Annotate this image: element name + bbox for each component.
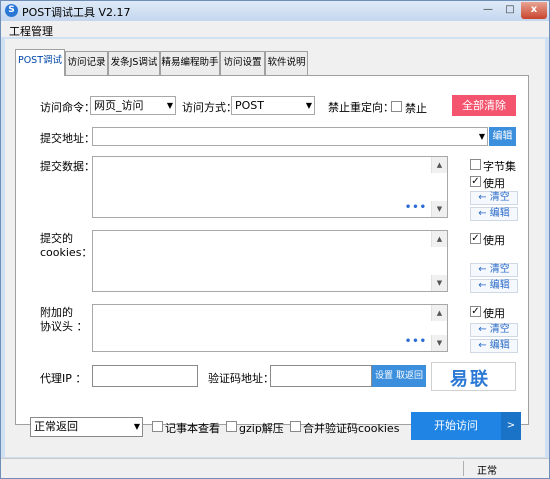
- no-redirect-checkbox[interactable]: [391, 101, 402, 112]
- captcha-set-button[interactable]: 设置: [375, 371, 393, 381]
- byte-set-checkbox[interactable]: [470, 159, 481, 170]
- cookies-label-line2: cookies：: [40, 246, 93, 259]
- access-method-value: POST: [235, 99, 264, 112]
- submit-url-label: 提交地址：: [40, 132, 95, 145]
- yilian-logo: 易联: [450, 369, 490, 390]
- captcha-url-label: 验证码地址：: [208, 372, 274, 385]
- use-cookies-label: 使用: [483, 234, 505, 247]
- window-title: POST调试工具 V2.17: [22, 6, 131, 19]
- captcha-cancel-return-button[interactable]: 取返回: [396, 371, 423, 381]
- access-command-label: 访问命令：: [40, 101, 95, 114]
- minimize-icon[interactable]: —: [477, 2, 499, 19]
- tab-access-log[interactable]: 访问记录: [65, 51, 108, 75]
- clear-all-button[interactable]: 全部清除: [452, 95, 516, 116]
- clear-cookies-button[interactable]: ← 清空: [470, 263, 518, 277]
- maximize-icon[interactable]: □: [499, 2, 521, 19]
- edit-url-button[interactable]: 编辑: [489, 127, 516, 146]
- use-headers-label: 使用: [483, 307, 505, 320]
- captcha-url-input[interactable]: [270, 365, 372, 387]
- menu-project-management[interactable]: 工程管理: [9, 23, 53, 39]
- start-access-button[interactable]: 开始访问 >: [411, 412, 521, 440]
- no-redirect-check-label: 禁止: [405, 102, 427, 115]
- merge-cookies-label: 合并验证码cookies: [303, 422, 400, 435]
- byte-set-label: 字节集: [483, 160, 516, 173]
- start-dropdown-arrow[interactable]: >: [501, 412, 521, 440]
- chevron-down-icon: ▼: [166, 101, 173, 110]
- more-dots-icon[interactable]: •••: [405, 336, 427, 347]
- app-logo-icon: S: [5, 4, 18, 17]
- main-area: POST调试 访问记录 发条JS调试 精易编程助手 访问设置 软件说明 访问命令…: [5, 39, 545, 457]
- headers-textarea[interactable]: ▲ ▼ •••: [92, 304, 448, 352]
- submit-url-select[interactable]: ▼: [92, 127, 488, 146]
- gzip-label: gzip解压: [239, 422, 284, 435]
- start-access-label: 开始访问: [434, 419, 478, 432]
- use-data-checkbox[interactable]: ✓: [470, 176, 481, 187]
- access-method-select[interactable]: POST ▼: [231, 96, 315, 115]
- use-cookies-checkbox[interactable]: ✓: [470, 233, 481, 244]
- merge-cookies-checkbox[interactable]: [290, 421, 301, 432]
- notepad-view-label: 记事本查看: [165, 422, 220, 435]
- captcha-image[interactable]: 易联: [431, 362, 516, 391]
- chevron-down-icon: ▼: [478, 132, 485, 141]
- status-bar: 正常: [1, 458, 549, 478]
- return-mode-select[interactable]: 正常返回 ▼: [30, 417, 143, 437]
- access-command-value: 网页_访问: [94, 99, 144, 112]
- app-window: S POST调试工具 V2.17 — □ x 工程管理 POST调试 访问记录 …: [0, 0, 550, 479]
- tab-coding-helper[interactable]: 精易编程助手: [160, 51, 220, 75]
- clear-headers-button[interactable]: ← 清空: [470, 323, 518, 337]
- more-dots-icon[interactable]: •••: [405, 202, 427, 213]
- clear-data-button[interactable]: ← 清空: [470, 191, 518, 205]
- tab-js-debug[interactable]: 发条JS调试: [108, 51, 160, 75]
- gzip-checkbox[interactable]: [226, 421, 237, 432]
- scroll-up-icon[interactable]: ▲: [431, 305, 447, 321]
- post-debug-panel: 访问命令： 网页_访问 ▼ 访问方式： POST ▼ 禁止重定向： 禁止 全部清…: [15, 75, 529, 425]
- scroll-down-icon[interactable]: ▼: [431, 335, 447, 351]
- submit-data-textarea[interactable]: ▲ ▼ •••: [92, 156, 448, 218]
- scroll-down-icon[interactable]: ▼: [431, 275, 447, 291]
- access-command-select[interactable]: 网页_访问 ▼: [90, 96, 176, 115]
- status-divider: [463, 461, 464, 476]
- scroll-up-icon[interactable]: ▲: [431, 157, 447, 173]
- tab-access-settings[interactable]: 访问设置: [220, 51, 265, 75]
- tab-software-info[interactable]: 软件说明: [265, 51, 308, 75]
- scroll-up-icon[interactable]: ▲: [431, 231, 447, 247]
- chevron-down-icon: ▼: [305, 101, 312, 110]
- scroll-down-icon[interactable]: ▼: [431, 201, 447, 217]
- use-data-label: 使用: [483, 177, 505, 190]
- return-mode-value: 正常返回: [34, 420, 78, 433]
- title-bar: S POST调试工具 V2.17 — □ x: [1, 1, 549, 21]
- headers-label-line2: 协议头 ：: [40, 320, 88, 333]
- proxy-ip-input[interactable]: [92, 365, 198, 387]
- use-headers-checkbox[interactable]: ✓: [470, 306, 481, 317]
- no-redirect-label: 禁止重定向：: [328, 101, 394, 114]
- edit-data-button[interactable]: ← 编辑: [470, 207, 518, 221]
- notepad-view-checkbox[interactable]: [152, 421, 163, 432]
- proxy-ip-label: 代理IP ：: [40, 372, 87, 385]
- status-text: 正常: [477, 466, 497, 477]
- edit-headers-button[interactable]: ← 编辑: [470, 339, 518, 353]
- captcha-button-group: 设置 取返回: [372, 365, 426, 387]
- menu-bar: 工程管理: [1, 21, 549, 39]
- edit-cookies-button[interactable]: ← 编辑: [470, 279, 518, 293]
- chevron-down-icon: ▼: [133, 422, 140, 431]
- tab-post-debug[interactable]: POST调试: [15, 49, 65, 76]
- submit-data-label: 提交数据：: [40, 160, 95, 173]
- access-method-label: 访问方式：: [182, 101, 237, 114]
- close-icon[interactable]: x: [521, 2, 547, 19]
- cookies-textarea[interactable]: ▲ ▼: [92, 230, 448, 292]
